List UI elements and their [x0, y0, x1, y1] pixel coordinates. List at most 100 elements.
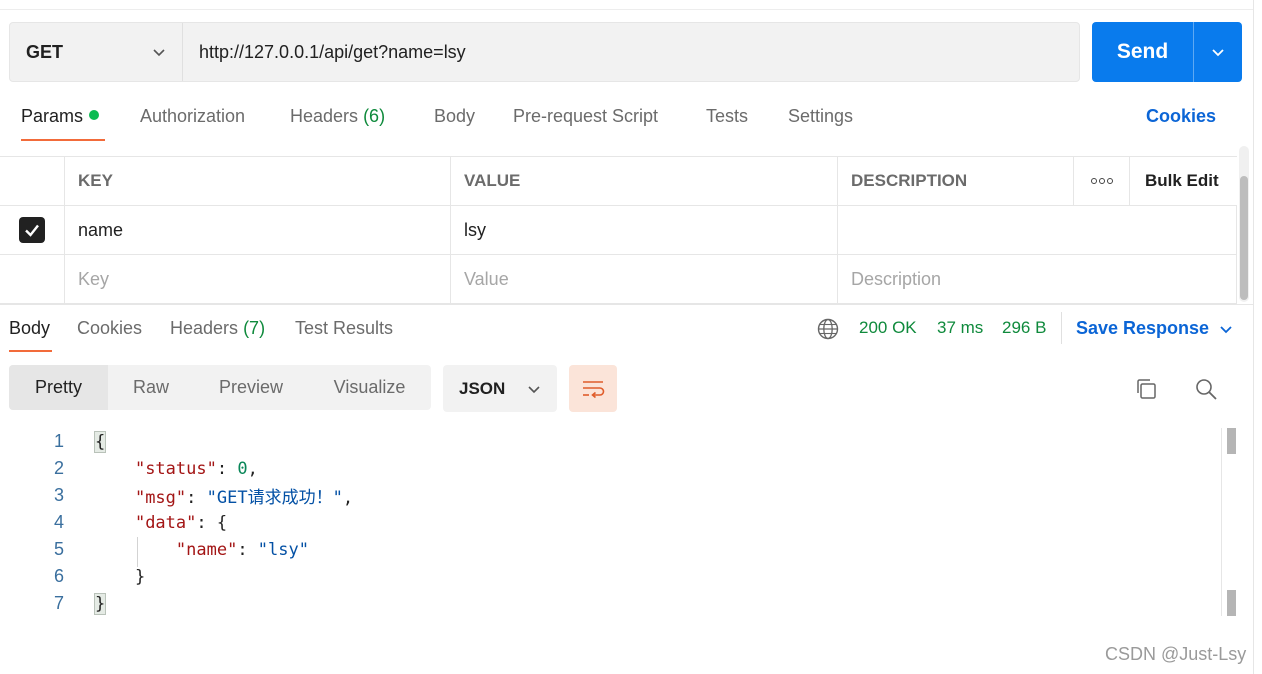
json-string: "GET请求成功！" — [206, 488, 343, 508]
method-label: GET — [26, 41, 64, 62]
tab-tests[interactable]: Tests — [706, 106, 748, 127]
response-body-code[interactable]: 1 { 2 "status": 0, 3 "msg": "GET请求成功！", … — [0, 428, 1220, 628]
param-description-cell[interactable] — [837, 206, 1237, 254]
response-size[interactable]: 296 B — [1002, 318, 1046, 338]
code-text: } — [94, 592, 107, 615]
param-value-cell[interactable]: lsy — [450, 206, 837, 254]
json-key: "data" — [134, 512, 197, 533]
header-check-cell — [0, 157, 64, 205]
new-description-input[interactable]: Description — [837, 255, 1237, 303]
code-text: "data": { — [134, 512, 228, 533]
json-key: "status" — [134, 458, 217, 479]
check-icon — [25, 224, 39, 237]
chevron-down-icon — [1220, 325, 1232, 333]
line-number: 4 — [53, 512, 64, 532]
new-key-input[interactable]: Key — [64, 255, 450, 303]
code-scrollbar-marker — [1227, 428, 1236, 454]
globe-icon[interactable] — [817, 318, 839, 340]
save-response-label: Save Response — [1076, 318, 1210, 338]
more-options-button[interactable] — [1073, 157, 1129, 205]
code-text: "name": "lsy" — [175, 539, 309, 560]
table-header-row: KEY VALUE DESCRIPTION Bulk Edit — [0, 157, 1237, 206]
tab-settings[interactable]: Settings — [788, 106, 853, 127]
brace: { — [94, 430, 107, 453]
response-tab-headers-label: Headers — [170, 318, 239, 338]
code-scrollbar-marker — [1227, 590, 1236, 616]
column-header-value: VALUE — [450, 157, 837, 205]
chevron-down-icon — [153, 49, 165, 57]
indent-guide — [137, 537, 138, 567]
send-button[interactable]: Send — [1092, 22, 1194, 82]
new-value-input[interactable]: Value — [450, 255, 837, 303]
wrap-lines-icon — [583, 380, 605, 398]
line-number: 5 — [53, 539, 64, 559]
code-text: } — [94, 566, 146, 587]
view-preview[interactable]: Preview — [194, 365, 308, 410]
tab-headers[interactable]: Headers (6) — [290, 106, 385, 127]
json-number: 0 — [237, 458, 248, 479]
tab-headers-label: Headers — [290, 106, 359, 126]
empty-check-cell — [0, 255, 64, 303]
method-select[interactable]: GET — [10, 23, 183, 81]
view-mode-group: Pretty Raw Preview Visualize — [9, 365, 431, 410]
status-code[interactable]: 200 OK — [859, 318, 917, 338]
more-dots-icon — [1090, 178, 1113, 184]
response-tab-headers-count: (7) — [243, 318, 266, 338]
json-string: "lsy" — [257, 539, 309, 560]
status-divider — [1061, 312, 1062, 344]
response-tab-headers[interactable]: Headers (7) — [170, 318, 265, 339]
response-time[interactable]: 37 ms — [937, 318, 983, 338]
tab-pre-request-script[interactable]: Pre-request Script — [513, 106, 658, 127]
cookies-link[interactable]: Cookies — [1146, 106, 1216, 127]
tab-params[interactable]: Params — [21, 106, 100, 127]
search-icon[interactable] — [1194, 377, 1218, 401]
response-tab-body[interactable]: Body — [9, 318, 50, 339]
brace: } — [94, 592, 107, 615]
column-header-key: KEY — [64, 157, 450, 205]
chevron-down-icon — [528, 385, 540, 393]
code-scrollbar-track[interactable] — [1221, 428, 1222, 616]
response-tab-test-results[interactable]: Test Results — [295, 318, 393, 339]
tab-headers-count: (6) — [363, 106, 386, 126]
json-key: "name" — [175, 539, 238, 560]
tab-authorization[interactable]: Authorization — [140, 106, 245, 127]
send-options-button[interactable] — [1194, 22, 1242, 82]
line-number: 6 — [53, 566, 64, 586]
code-text: "status": 0, — [134, 458, 258, 479]
line-number: 2 — [53, 458, 64, 478]
save-response-button[interactable]: Save Response — [1076, 318, 1233, 339]
view-pretty[interactable]: Pretty — [9, 365, 108, 410]
table-row: name lsy — [0, 206, 1237, 255]
tab-body[interactable]: Body — [434, 106, 475, 127]
line-number: 3 — [53, 485, 64, 505]
wrap-lines-button[interactable] — [569, 365, 617, 412]
column-header-description: DESCRIPTION — [837, 157, 1073, 205]
response-tab-cookies[interactable]: Cookies — [77, 318, 142, 339]
watermark: CSDN @Just-Lsy — [1105, 644, 1247, 664]
format-select[interactable]: JSON — [443, 365, 557, 412]
params-active-dot — [89, 110, 100, 120]
section-divider — [0, 304, 1254, 305]
params-table: KEY VALUE DESCRIPTION Bulk Edit name lsy… — [0, 156, 1237, 304]
row-check-cell — [0, 206, 64, 254]
view-raw[interactable]: Raw — [108, 365, 194, 410]
request-tabs: Params Authorization Headers (6) Body Pr… — [0, 100, 1254, 142]
code-text: "msg": "GET请求成功！", — [134, 488, 354, 508]
json-key: "msg" — [134, 488, 187, 508]
response-active-underline — [9, 350, 52, 352]
param-key-cell[interactable]: name — [64, 206, 450, 254]
param-checkbox[interactable] — [19, 217, 45, 243]
params-scrollbar-thumb[interactable] — [1240, 176, 1248, 300]
code-text: { — [94, 430, 107, 453]
send-group: Send — [1092, 22, 1242, 82]
chevron-down-icon — [1212, 49, 1224, 57]
tab-params-label: Params — [21, 106, 84, 126]
table-row-empty: Key Value Description — [0, 255, 1237, 304]
url-input[interactable]: http://127.0.0.1/api/get?name=lsy — [183, 42, 466, 63]
request-bar: GET http://127.0.0.1/api/get?name=lsy — [9, 22, 1080, 82]
bulk-edit-button[interactable]: Bulk Edit — [1129, 157, 1237, 205]
view-visualize[interactable]: Visualize — [308, 365, 431, 410]
copy-icon[interactable] — [1134, 377, 1158, 401]
top-strip — [0, 0, 1254, 10]
line-number: 7 — [53, 593, 64, 613]
